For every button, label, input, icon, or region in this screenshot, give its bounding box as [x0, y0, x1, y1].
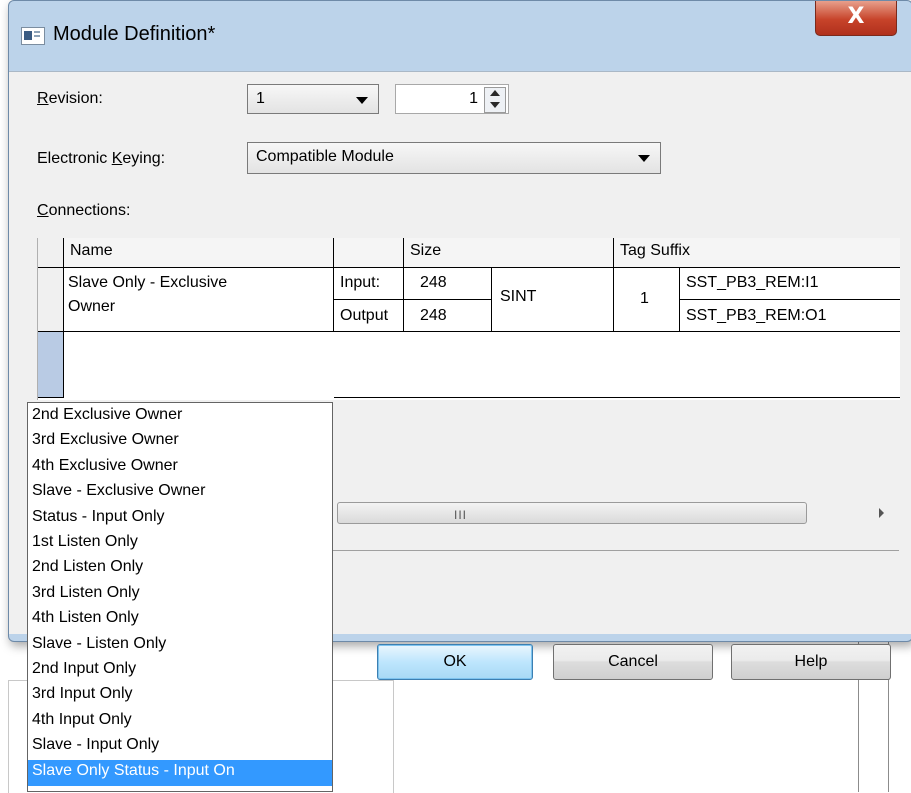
connection-option-label: 1st Listen Only — [32, 533, 138, 550]
connection-option-label: 2nd Listen Only — [32, 558, 144, 576]
connection-option-label: 3rd Listen Only — [32, 583, 140, 601]
connection-option[interactable]: 3rd Exclusive Owner — [28, 429, 332, 455]
electronic-keying-value: Compatible Module — [256, 148, 394, 165]
revision-minor-spinner[interactable]: 1 — [395, 84, 509, 114]
connection-option-label: Slave - Exclusive Owner — [32, 482, 206, 500]
connections-grid: Name Size Tag Suffix Slave Only - Exclus… — [37, 238, 900, 400]
column-header-size[interactable]: Size — [404, 238, 614, 268]
connection-option[interactable]: 2nd Input Only — [28, 658, 332, 684]
column-header-name[interactable]: Name — [64, 238, 334, 268]
input-label-cell: Input: — [334, 268, 404, 300]
spin-down-icon[interactable] — [490, 102, 500, 108]
connection-option-label: Slave - Input Only — [32, 736, 160, 754]
spin-arrows-icon[interactable] — [484, 87, 506, 113]
help-button[interactable]: Help — [731, 644, 891, 680]
revision-minor-value: 1 — [469, 90, 478, 107]
connection-option[interactable]: 4th Listen Only — [28, 607, 332, 633]
new-row-empty-area — [334, 332, 900, 398]
connection-name-cell[interactable]: Slave Only - Exclusive Owner — [64, 268, 334, 332]
chevron-down-icon — [356, 97, 368, 104]
connection-option-label: 4th Input Only — [32, 710, 132, 728]
output-tag-cell: SST_PB3_REM:O1 — [680, 300, 900, 332]
connection-option[interactable]: Slave - Listen Only — [28, 633, 332, 659]
spin-up-icon[interactable] — [490, 90, 500, 96]
module-window-icon — [21, 27, 45, 45]
electronic-keying-select[interactable]: Compatible Module — [247, 142, 661, 174]
input-size-cell[interactable]: 248 — [404, 268, 492, 300]
column-header-blank — [334, 238, 404, 268]
output-label-cell: Output — [334, 300, 404, 332]
scroll-thumb[interactable]: III — [337, 502, 807, 524]
output-size-cell[interactable]: 248 — [404, 300, 492, 332]
connection-option[interactable]: 3rd Listen Only — [28, 582, 332, 608]
revision-major-value: 1 — [256, 90, 265, 107]
new-row-header[interactable] — [38, 332, 64, 398]
connection-option[interactable]: 2nd Listen Only — [28, 556, 332, 582]
connection-option[interactable]: Slave Only Status - Input On — [28, 759, 332, 786]
electronic-keying-label: Electronic Keying: — [37, 150, 166, 167]
connection-option[interactable]: 2nd Exclusive Owner — [28, 404, 332, 430]
connection-option[interactable]: Slave - Exclusive Owner — [28, 480, 332, 506]
column-header-tag-suffix[interactable]: Tag Suffix — [614, 238, 900, 268]
connection-option[interactable]: Status - Input Only — [28, 506, 332, 532]
cancel-button[interactable]: Cancel — [553, 644, 713, 680]
connection-option[interactable]: 4th Input Only — [28, 709, 332, 735]
revision-label: Revision: — [37, 90, 103, 107]
scroll-right-icon[interactable] — [879, 508, 884, 518]
chevron-down-icon — [638, 155, 650, 162]
title-bar[interactable]: Module Definition* X — [9, 1, 911, 73]
connection-option-label: 4th Exclusive Owner — [32, 456, 178, 474]
connection-option-label: Slave Only Status - Input On — [32, 761, 235, 779]
connection-option-label: Slave - Listen Only — [32, 634, 167, 652]
connection-option[interactable]: Slave - Input Only — [28, 734, 332, 760]
connection-option[interactable]: 3rd Input Only — [28, 683, 332, 709]
grid-corner — [38, 238, 64, 268]
window-title: Module Definition* — [53, 23, 216, 45]
rpi-cell[interactable]: 1 — [614, 268, 680, 332]
connection-option[interactable]: 1st Listen Only — [28, 531, 332, 557]
data-type-cell[interactable]: SINT — [492, 268, 614, 332]
connection-option-label: 2nd Input Only — [32, 660, 137, 677]
ok-button[interactable]: OK — [377, 644, 533, 680]
row-header[interactable] — [38, 268, 64, 332]
connection-options-list[interactable]: 2nd Exclusive Owner 3rd Exclusive Owner 4t… — [27, 402, 333, 792]
connection-option-label: Status - Input Only — [32, 507, 165, 525]
connection-option-label: 4th Listen Only — [32, 609, 139, 627]
input-tag-cell: SST_PB3_REM:I1 — [680, 268, 900, 300]
connection-option-label: 3rd Input Only — [32, 685, 133, 703]
connection-option-label: 3rd Exclusive Owner — [32, 431, 179, 449]
connection-option[interactable]: 4th Exclusive Owner — [28, 455, 332, 481]
close-button[interactable]: X — [815, 1, 897, 36]
connections-label: Connections: — [37, 202, 131, 219]
revision-major-select[interactable]: 1 — [247, 84, 379, 114]
connection-option-label: 2nd Exclusive Owner — [32, 406, 183, 423]
